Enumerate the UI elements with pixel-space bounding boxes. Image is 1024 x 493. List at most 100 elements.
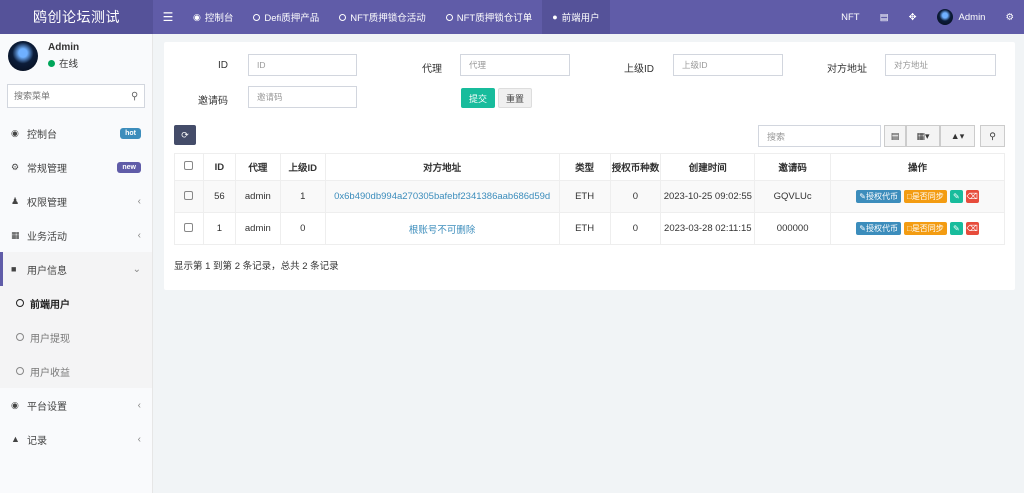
content-panel: ID ID 代理 代理 上级ID 上级ID 对方地址 对方地址 邀请码 邀请码 … (164, 42, 1015, 290)
sidebar-subitem-frontend-users[interactable]: 前端用户 (0, 286, 152, 320)
column-header[interactable]: ID (202, 153, 236, 181)
parent-id-input[interactable]: 上级ID (673, 54, 783, 76)
sidebar-item-label: 记录 (27, 435, 47, 447)
cell-type: ETH (558, 212, 611, 245)
circle-icon (445, 13, 453, 21)
column-header[interactable]: 类型 (558, 153, 611, 181)
search-icon[interactable]: ⚲ (131, 91, 138, 102)
table-icon: ▤ (890, 130, 900, 141)
columns-button[interactable]: ▦▾ (906, 125, 940, 147)
hot-badge: hot (120, 127, 141, 139)
table-search-input[interactable]: 搜索 (758, 125, 881, 147)
cell-count: 0 (609, 180, 662, 213)
agent-input[interactable]: 代理 (460, 54, 570, 76)
edit-button[interactable]: ✎ (949, 190, 963, 203)
invite-code-label: 邀请码 (198, 96, 228, 107)
column-header[interactable]: 创建时间 (660, 153, 756, 181)
edit-button[interactable]: ✎ (949, 222, 963, 235)
sidebar-item-label: 平台设置 (27, 401, 67, 413)
topnav-tab-defi[interactable]: Defi质押产品 (243, 0, 329, 34)
topnav-tab-dashboard[interactable]: ◉ 控制台 (183, 0, 243, 34)
submit-button[interactable]: 提交 (461, 88, 495, 108)
row-checkbox[interactable] (184, 222, 194, 232)
sidebar-item-user-info[interactable]: ■ 用户信息 ⌄ (0, 252, 152, 286)
sync-toggle-label: 是否同步 (911, 192, 944, 201)
cell-id: 1 (202, 212, 236, 245)
group-icon: ♟ (11, 195, 20, 206)
id-input[interactable]: ID (248, 54, 357, 76)
sidebar-item-platform-settings[interactable]: ◉ 平台设置 ‹ (0, 388, 152, 422)
users-table: ID 代理 上级ID 对方地址 类型 授权币种数 创建时间 邀请码 操作 56 … (174, 153, 1005, 245)
refresh-button[interactable]: ⟳ (174, 125, 196, 145)
authorize-token-button[interactable]: ✎ 授权代币 (856, 190, 901, 203)
user-icon: ● (552, 12, 558, 22)
nft-link[interactable]: NFT (831, 0, 869, 34)
row-checkbox[interactable] (184, 190, 194, 200)
column-header[interactable]: 代理 (234, 153, 281, 181)
column-header[interactable]: 授权币种数 (609, 153, 662, 181)
sync-toggle-button[interactable]: □ 是否同步 (903, 190, 947, 203)
topnav-tab-label: 控制台 (204, 13, 234, 24)
dashboard-icon: ◉ (193, 11, 201, 22)
online-dot-icon (48, 59, 55, 67)
sidebar-user-name: Admin (48, 42, 80, 53)
sidebar-item-business[interactable]: ▦ 业务活动 ‹ (0, 218, 152, 252)
sync-toggle-button[interactable]: □ 是否同步 (903, 222, 947, 235)
sidebar-toggle-icon[interactable]: ☰ (153, 0, 183, 34)
export-button[interactable]: ▲▾ (940, 125, 975, 147)
refresh-icon: ⟳ (181, 129, 189, 140)
column-header[interactable]: 上级ID (279, 153, 326, 181)
dashboard-icon: ◉ (11, 127, 19, 138)
sidebar-item-dashboard[interactable]: ◉ 控制台 hot (0, 116, 152, 150)
language-icon[interactable]: ▤ (870, 0, 899, 34)
chevron-down-icon: ⌄ (132, 263, 141, 275)
delete-button[interactable]: ⌫ (965, 222, 979, 235)
sidebar-item-records[interactable]: ▲ 记录 ‹ (0, 422, 152, 456)
column-header[interactable]: 邀请码 (754, 153, 832, 181)
sidebar-item-label: 控制台 (27, 129, 57, 141)
toggle-view-button[interactable]: ▤ (884, 125, 906, 147)
sidebar-item-permissions[interactable]: ♟ 权限管理 ‹ (0, 184, 152, 218)
circle-icon (16, 333, 24, 341)
app-logo[interactable]: 鸥创论坛测试 (0, 0, 153, 34)
id-label: ID (218, 60, 228, 71)
authorize-token-button[interactable]: ✎ 授权代币 (856, 222, 901, 235)
topnav-tab-nft-orders[interactable]: NFT质押锁仓订单 (436, 0, 542, 34)
delete-button[interactable]: ⌫ (965, 190, 979, 203)
cell-address-link[interactable]: 0x6b490db994a270305bafebf2341386aab686d5… (334, 191, 550, 202)
menu-search-input[interactable] (14, 91, 131, 101)
authorize-token-label: 授权代币 (865, 192, 898, 201)
user-menu[interactable]: Admin (927, 0, 996, 34)
advanced-search-button[interactable]: ⚲ (980, 125, 1005, 147)
table-header-row: ID 代理 上级ID 对方地址 类型 授权币种数 创建时间 邀请码 操作 (174, 153, 1005, 181)
circle-icon (16, 367, 24, 375)
sidebar-subitem-label: 用户提现 (30, 333, 70, 345)
cell-address-link[interactable]: 根账号不可删除 (409, 225, 476, 236)
sidebar-submenu: 前端用户 用户提现 用户收益 (0, 286, 152, 388)
sidebar-search: ⚲ (7, 84, 145, 108)
topnav-tab-nft-activity[interactable]: NFT质押锁仓活动 (329, 0, 435, 34)
topnav-tab-label: Defi质押产品 (264, 13, 320, 24)
column-header: 操作 (830, 153, 1005, 181)
address-input[interactable]: 对方地址 (885, 54, 996, 76)
circle-icon (253, 13, 261, 21)
sidebar-subitem-withdrawals[interactable]: 用户提现 (0, 320, 152, 354)
gears-icon[interactable]: ⚙ (995, 0, 1024, 34)
invite-code-input[interactable]: 邀请码 (248, 86, 357, 108)
cell-agent: admin (234, 212, 281, 245)
cell-agent: admin (234, 180, 281, 213)
select-all-checkbox[interactable] (184, 161, 194, 170)
avatar (936, 9, 953, 25)
column-header[interactable]: 对方地址 (324, 153, 560, 181)
parent-id-label: 上级ID (624, 64, 654, 75)
topnav-tab-label: NFT质押锁仓订单 (456, 13, 533, 24)
cell-parent-id: 1 (279, 180, 326, 213)
row-actions: ✎ 授权代币 □ 是否同步 ✎ ⌫ (856, 222, 979, 235)
topnav-tab-frontend-users[interactable]: ● 前端用户 (542, 0, 610, 34)
sidebar-item-general[interactable]: ⚙ 常规管理 new (0, 150, 152, 184)
reset-button[interactable]: 重置 (498, 88, 532, 108)
sidebar-subitem-earnings[interactable]: 用户收益 (0, 354, 152, 388)
search-icon: ⚲ (989, 130, 996, 141)
cell-count: 0 (609, 212, 662, 245)
fullscreen-icon[interactable]: ✥ (899, 0, 927, 34)
